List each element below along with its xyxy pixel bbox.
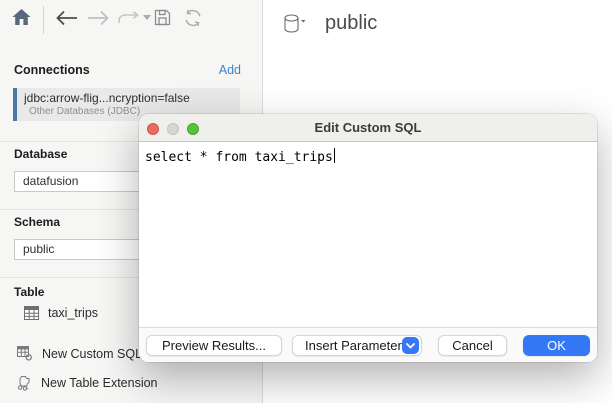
new-custom-sql[interactable]: New Custom SQL	[17, 346, 142, 361]
refresh-button[interactable]	[183, 8, 203, 28]
new-custom-sql-label: New Custom SQL	[42, 347, 142, 361]
tableau-data-source-window: Connections Add jdbc:arrow-flig...ncrypt…	[0, 0, 612, 403]
edit-custom-sql-dialog: Edit Custom SQL select * from taxi_trips…	[139, 114, 597, 362]
back-button[interactable]	[55, 10, 78, 26]
toolbar	[0, 0, 263, 44]
dialog-titlebar[interactable]: Edit Custom SQL	[139, 114, 597, 142]
toolbar-divider	[43, 6, 44, 34]
table-label: Table	[14, 285, 44, 299]
schema-select-value: public	[23, 242, 54, 256]
database-select-value: datafusion	[23, 174, 78, 188]
refresh-icon	[183, 8, 203, 28]
home-button[interactable]	[12, 8, 31, 26]
insert-parameter-dropdown[interactable]	[402, 337, 419, 354]
forward-arrow-icon	[87, 10, 110, 26]
connections-header: Connections Add	[14, 63, 241, 77]
sql-editor[interactable]: select * from taxi_trips	[139, 143, 597, 355]
database-label: Database	[14, 147, 67, 161]
schema-label: Schema	[14, 215, 60, 229]
custom-sql-icon	[17, 346, 33, 361]
table-item-label: taxi_trips	[48, 306, 98, 320]
dialog-footer: Preview Results... Insert Parameter Canc…	[139, 327, 597, 362]
redo-icon	[117, 11, 141, 25]
database-cylinder-icon[interactable]	[284, 14, 306, 34]
schema-title: public	[325, 12, 377, 35]
back-arrow-icon	[55, 10, 78, 26]
new-table-extension[interactable]: New Table Extension	[16, 375, 158, 391]
cancel-button[interactable]: Cancel	[438, 335, 507, 356]
table-item-taxi-trips[interactable]: taxi_trips	[24, 306, 98, 320]
save-icon	[153, 8, 172, 27]
forward-button[interactable]	[87, 10, 110, 26]
save-button[interactable]	[153, 8, 172, 27]
table-grid-icon	[24, 306, 39, 320]
insert-parameter-label: Insert Parameter	[305, 338, 402, 353]
chevron-down-icon	[143, 15, 151, 20]
connections-label: Connections	[14, 63, 90, 77]
redo-button[interactable]	[117, 11, 141, 25]
preview-results-button[interactable]: Preview Results...	[146, 335, 282, 356]
ok-button[interactable]: OK	[523, 335, 590, 356]
schema-header: public	[284, 12, 377, 35]
home-icon	[12, 8, 31, 26]
new-table-extension-label: New Table Extension	[41, 376, 158, 390]
connection-name: jdbc:arrow-flig...ncryption=false	[24, 91, 236, 105]
dialog-title: Edit Custom SQL	[139, 114, 597, 142]
redo-dropdown-button[interactable]	[143, 15, 151, 20]
add-connection-link[interactable]: Add	[219, 63, 241, 77]
text-cursor	[334, 148, 336, 163]
table-extension-icon	[16, 375, 32, 391]
sql-text: select * from taxi_trips	[145, 150, 333, 165]
chevron-down-icon	[406, 343, 415, 349]
insert-parameter-button[interactable]: Insert Parameter	[292, 335, 422, 356]
